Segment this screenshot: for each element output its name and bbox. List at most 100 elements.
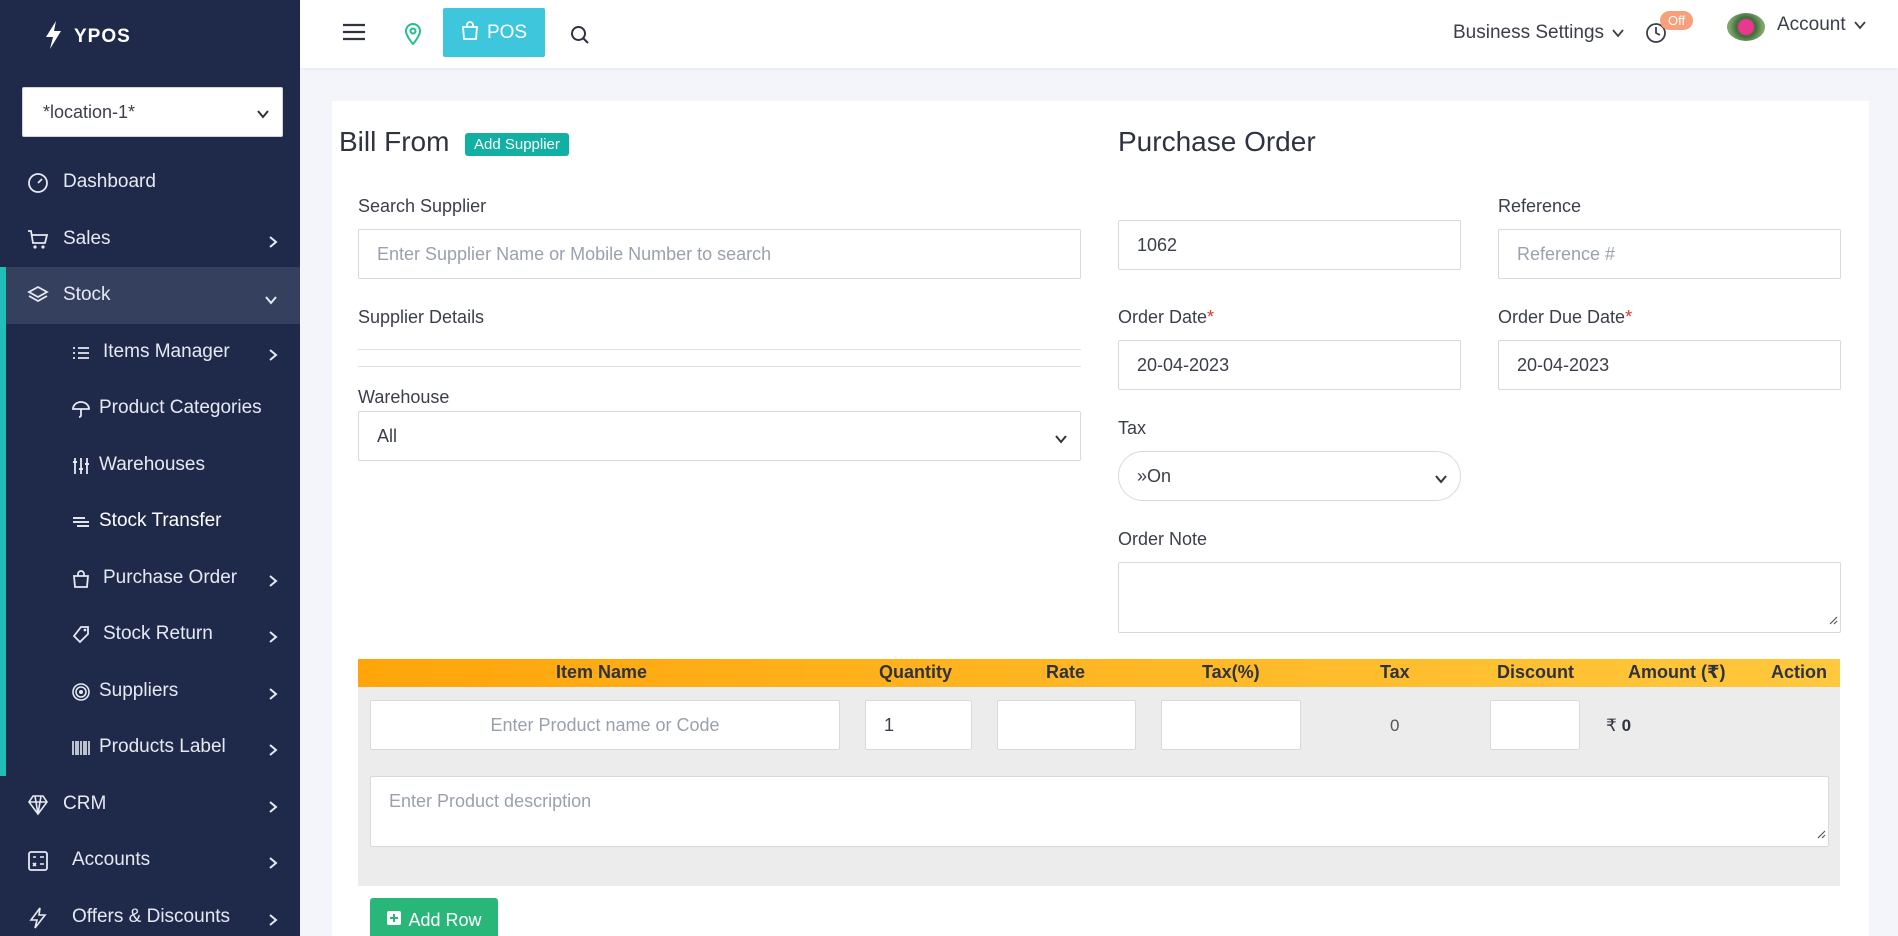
sidebar-item-items-manager[interactable]: Items Manager	[0, 324, 300, 381]
sidebar-item-label: Items Manager	[103, 340, 230, 362]
location-select-value: *location-1*	[43, 101, 136, 122]
sidebar-item-stock[interactable]: Stock	[0, 267, 300, 324]
status-badge: Off	[1660, 11, 1694, 30]
account-label: Account	[1777, 14, 1846, 35]
supplier-details-label: Supplier Details	[358, 307, 485, 327]
sidebar-item-offers-discounts[interactable]: Offers & Discounts	[0, 889, 300, 936]
brand-name: YPOS	[74, 26, 131, 47]
sidebar-item-warehouses[interactable]: Warehouses	[0, 437, 300, 494]
resize-handle-icon[interactable]	[1816, 823, 1826, 844]
chevron-right-icon	[268, 854, 278, 876]
list-icon	[71, 343, 91, 363]
diamond-icon	[26, 793, 50, 817]
tax-label: Tax	[1118, 418, 1147, 438]
chevron-down-icon	[264, 289, 278, 311]
bag-icon	[71, 569, 91, 589]
chevron-down-icon	[1612, 22, 1624, 44]
sidebar-item-dashboard[interactable]: Dashboard	[0, 154, 300, 211]
order-number-input[interactable]: 1062	[1118, 220, 1461, 270]
sidebar-item-sales[interactable]: Sales	[0, 211, 300, 268]
account-menu[interactable]: Account	[1777, 14, 1866, 36]
sidebar-item-stock-transfer[interactable]: Stock Transfer	[0, 493, 300, 550]
transfer-lines-icon	[71, 512, 91, 532]
business-settings-label: Business Settings	[1453, 22, 1605, 43]
quantity-input[interactable]: 1	[865, 700, 972, 750]
sidebar-item-accounts[interactable]: Accounts	[0, 832, 300, 889]
sidebar-item-label: Products Label	[99, 736, 226, 758]
bill-from-heading: Bill From	[339, 126, 450, 157]
order-date-label-text: Order Date	[1118, 307, 1208, 327]
resize-handle-icon[interactable]	[1828, 609, 1838, 630]
discount-input[interactable]	[1490, 700, 1580, 750]
sidebar-item-products-label[interactable]: Products Label	[0, 719, 300, 776]
chevron-right-icon	[268, 233, 278, 255]
sidebar-item-label: Stock Return	[103, 623, 213, 645]
sidebar-item-label: Dashboard	[63, 171, 156, 193]
tax-select[interactable]: »On	[1118, 451, 1461, 501]
column-header-tax-percent: Tax(%)	[1202, 662, 1260, 682]
add-supplier-button[interactable]: Add Supplier	[465, 133, 569, 156]
layers-icon	[26, 284, 50, 308]
chevron-down-icon	[1054, 430, 1068, 451]
order-note-textarea[interactable]	[1118, 562, 1841, 633]
sidebar-nav: Dashboard Sales Stock Items Manager Prod…	[0, 154, 300, 936]
column-header-discount: Discount	[1497, 662, 1575, 682]
product-name-input[interactable]: Enter Product name or Code	[370, 700, 840, 750]
order-due-date-label: Order Due Date*	[1498, 307, 1632, 328]
sidebar-item-product-categories[interactable]: Product Categories	[0, 380, 300, 437]
barcode-icon	[71, 738, 91, 758]
divider	[358, 366, 1081, 367]
warehouse-select-value: All	[377, 425, 398, 446]
add-row-button[interactable]: Add Row	[370, 898, 498, 936]
sidebar-item-suppliers[interactable]: Suppliers	[0, 663, 300, 720]
sliders-icon	[71, 456, 91, 476]
add-row-label: Add Row	[408, 909, 482, 930]
column-header-amount: Amount (₹)	[1628, 662, 1726, 682]
sidebar-item-label: Stock	[63, 284, 111, 306]
business-settings-menu[interactable]: Business Settings	[1453, 22, 1624, 44]
search-supplier-label: Search Supplier	[358, 196, 487, 216]
tax-percent-input[interactable]	[1161, 700, 1301, 750]
order-date-input[interactable]: 20-04-2023	[1118, 340, 1461, 390]
chevron-right-icon	[268, 798, 278, 820]
pos-button[interactable]: POS	[443, 8, 545, 57]
chevron-right-icon	[268, 741, 278, 763]
sidebar-item-label: CRM	[63, 792, 107, 814]
sidebar-item-stock-return[interactable]: Stock Return	[0, 606, 300, 663]
dashboard-gauge-icon	[26, 171, 50, 195]
reference-input[interactable]: Reference #	[1498, 229, 1841, 279]
row-amount-value: 0	[1621, 716, 1632, 735]
search-icon[interactable]	[570, 25, 590, 50]
tax-amount-value: 0	[1390, 716, 1400, 735]
order-due-date-label-text: Order Due Date	[1498, 307, 1626, 327]
required-mark: *	[1625, 307, 1633, 327]
column-header-item-name: Item Name	[556, 662, 648, 682]
calculator-icon	[26, 849, 50, 873]
sidebar-item-purchase-order[interactable]: Purchase Order	[0, 550, 300, 607]
warehouse-select[interactable]: All	[358, 411, 1081, 461]
bolt-logo-icon	[42, 20, 64, 55]
location-select[interactable]: *location-1*	[22, 87, 283, 137]
chevron-right-icon	[268, 911, 278, 933]
sidebar-item-crm[interactable]: CRM	[0, 776, 300, 833]
umbrella-icon	[71, 399, 91, 419]
search-supplier-input[interactable]: Enter Supplier Name or Mobile Number to …	[358, 229, 1081, 279]
hamburger-menu-icon[interactable]	[342, 22, 366, 47]
required-mark: *	[1207, 307, 1215, 327]
pos-label: POS	[486, 21, 528, 43]
bolt-icon	[26, 906, 50, 930]
order-due-date-input[interactable]: 20-04-2023	[1498, 340, 1841, 390]
product-description-textarea[interactable]: Enter Product description	[370, 776, 1829, 847]
shopping-bag-icon	[461, 20, 479, 46]
tax-select-value: »On	[1137, 465, 1172, 486]
divider	[358, 349, 1081, 350]
rate-input[interactable]	[997, 700, 1136, 750]
sidebar-item-label: Sales	[63, 227, 111, 249]
location-pin-icon[interactable]	[404, 23, 422, 50]
chevron-right-icon	[268, 628, 278, 650]
avatar[interactable]	[1727, 13, 1765, 41]
target-icon	[71, 682, 91, 702]
brand-logo[interactable]: YPOS	[0, 0, 300, 74]
chevron-down-icon	[1434, 470, 1448, 491]
column-header-rate: Rate	[1046, 662, 1086, 682]
